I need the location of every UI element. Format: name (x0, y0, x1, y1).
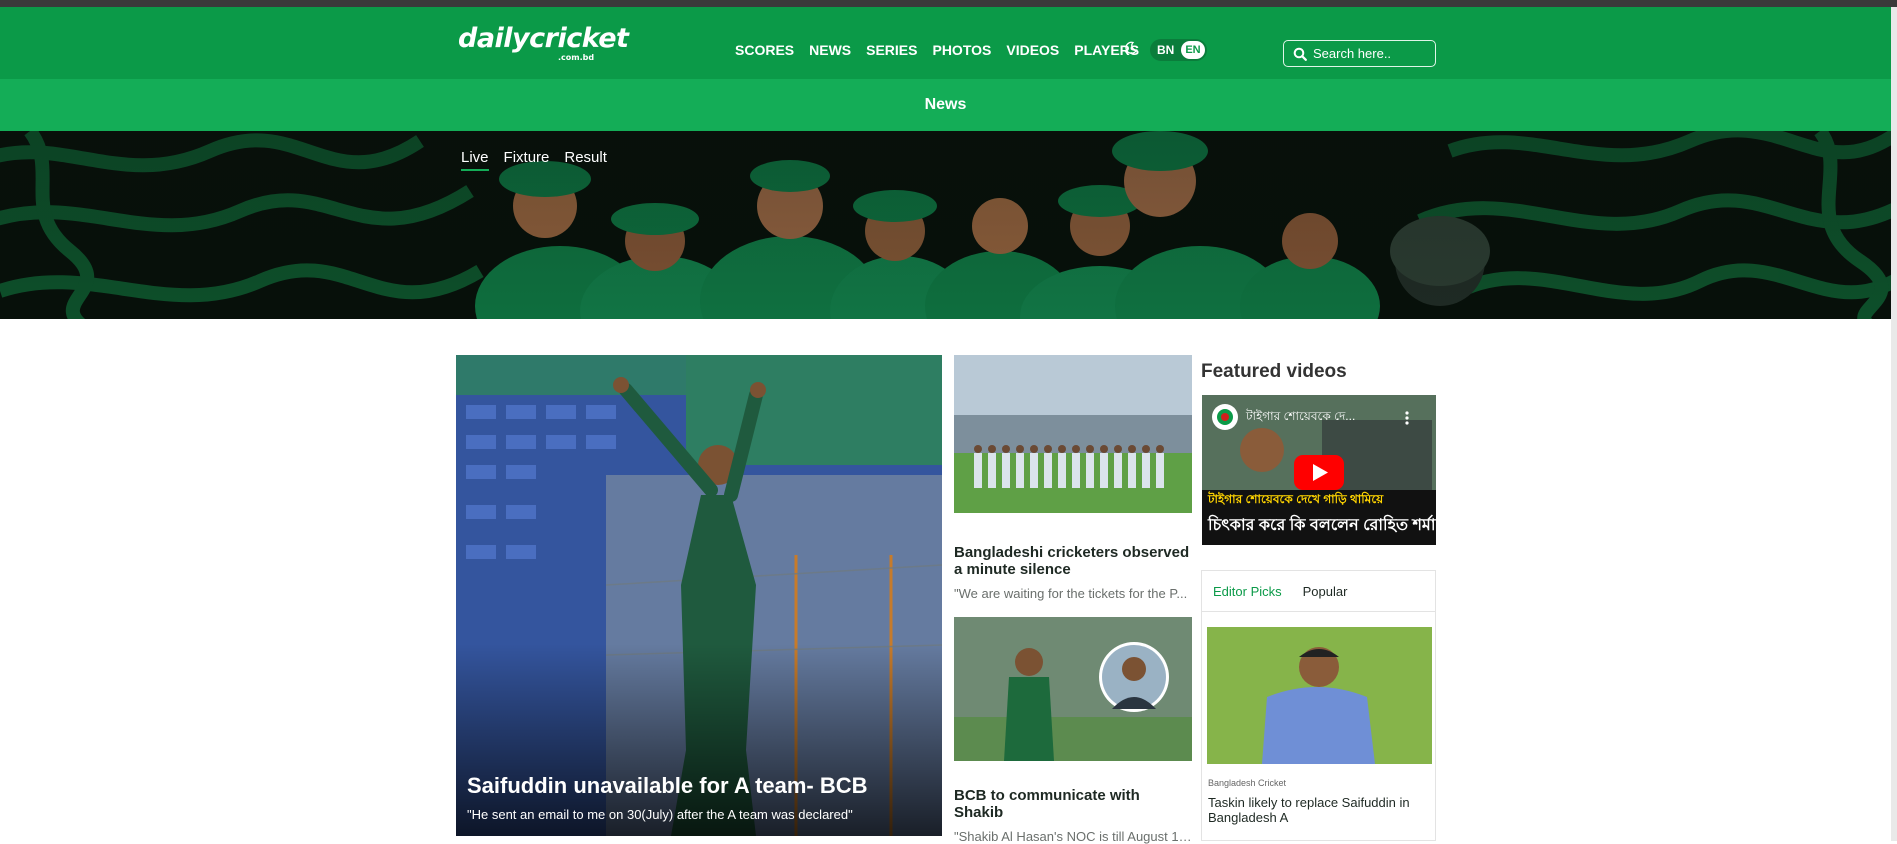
tab-editor-picks[interactable]: Editor Picks (1213, 584, 1282, 599)
lang-bn[interactable]: BN (1157, 43, 1174, 57)
story-title[interactable]: BCB to communicate with Shakib (954, 787, 1192, 821)
picks-tabs: Editor Picks Popular (1202, 571, 1435, 612)
primary-nav: SCORES NEWS SERIES PHOTOS VIDEOS PLAYERS (735, 42, 1154, 58)
page-scrollbar[interactable] (1891, 7, 1897, 841)
language-toggle[interactable]: BN EN (1150, 39, 1207, 61)
story-photo-shakib (954, 617, 1192, 766)
site-logo[interactable]: dailycricket .com.bd (458, 23, 629, 62)
nav-scores[interactable]: SCORES (735, 42, 794, 58)
search-input[interactable] (1313, 46, 1423, 61)
main-navbar: dailycricket .com.bd SCORES NEWS SERIES … (0, 7, 1891, 79)
hero-next-arrow-icon[interactable]: › (1405, 316, 1412, 319)
pick-title[interactable]: Taskin likely to replace Saifuddin in Ba… (1208, 795, 1423, 825)
nav-news[interactable]: NEWS (809, 42, 851, 58)
logo-text: dailycricket (458, 23, 629, 54)
story-card-shakib[interactable]: BCB to communicate with Shakib "Shakib A… (954, 617, 1192, 844)
lang-en[interactable]: EN (1181, 41, 1205, 59)
tab-fixture[interactable]: Fixture (504, 149, 550, 171)
video-caption-line1: টাইগার শোয়েবকে দেখে গাড়ি থামিয়ে (1208, 492, 1384, 506)
page-title-bar: News (0, 79, 1891, 131)
video-caption-line2: চিৎকার করে কি বললেন রোহিত শর্মা? (1208, 517, 1436, 534)
story-excerpt: "We are waiting for the tickets for the … (954, 586, 1188, 601)
hero-banner: ‹ › (0, 131, 1891, 319)
browser-top-strip (0, 0, 1897, 7)
nav-photos[interactable]: PHOTOS (932, 42, 991, 58)
page-title: News (924, 96, 967, 113)
story-title[interactable]: Bangladeshi cricketers observed a minute… (954, 544, 1192, 578)
editor-picks-widget: Editor Picks Popular Bangladesh Cricket … (1201, 570, 1436, 841)
pick-story-photo[interactable] (1207, 627, 1432, 764)
main-story-caption: Saifuddin unavailable for A team- BCB "H… (467, 773, 868, 822)
tab-popular[interactable]: Popular (1303, 584, 1348, 599)
featured-video-embed[interactable]: টাইগার শোয়েবকে দে... টাইগার শোয়েবকে দে… (1202, 395, 1436, 545)
hero-prev-arrow-icon[interactable]: ‹ (425, 316, 432, 319)
hero-team-photo (0, 131, 1891, 319)
main-story-photo (456, 355, 942, 836)
story-photo-silence (954, 355, 1192, 518)
nav-videos[interactable]: VIDEOS (1006, 42, 1059, 58)
search-box (1283, 40, 1436, 67)
pick-category: Bangladesh Cricket (1208, 778, 1287, 788)
featured-videos-heading: Featured videos (1201, 361, 1347, 382)
main-story-title[interactable]: Saifuddin unavailable for A team- BCB (467, 773, 868, 799)
dark-mode-moon-icon[interactable] (1124, 41, 1138, 55)
story-card-silence[interactable]: Bangladeshi cricketers observed a minute… (954, 355, 1192, 601)
video-title: টাইগার শোয়েবকে দে... (1246, 409, 1356, 423)
story-excerpt: "Shakib Al Hasan's NOC is till August 12… (954, 829, 1192, 844)
nav-series[interactable]: SERIES (866, 42, 917, 58)
match-tabs: Live Fixture Result (461, 149, 622, 171)
search-icon[interactable] (1293, 47, 1307, 61)
main-story-card[interactable]: Saifuddin unavailable for A team- BCB "H… (456, 355, 942, 836)
main-story-excerpt: "He sent an email to me on 30(July) afte… (467, 807, 853, 822)
tab-result[interactable]: Result (564, 149, 607, 171)
tab-live[interactable]: Live (461, 149, 489, 171)
logo-subtext: .com.bd (558, 53, 595, 62)
